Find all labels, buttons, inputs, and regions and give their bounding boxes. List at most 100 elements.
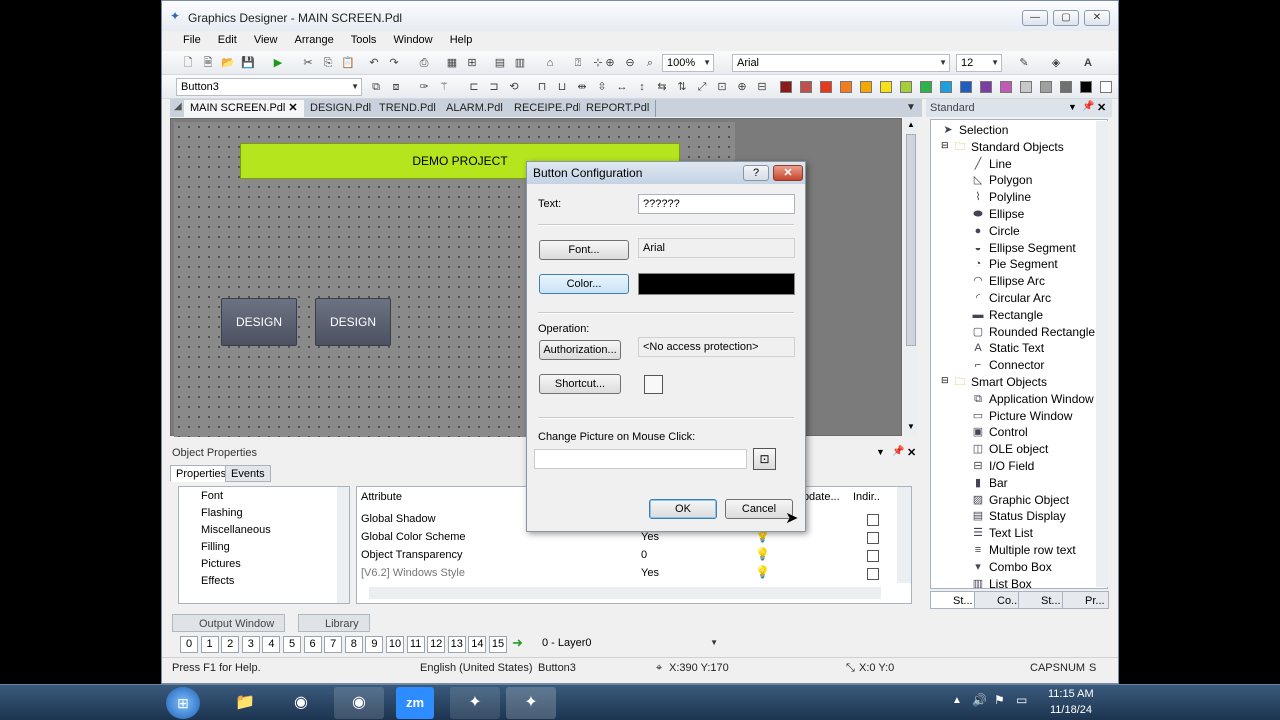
layer-button-15[interactable]: 15 xyxy=(489,636,507,653)
color-swatch[interactable] xyxy=(800,81,812,93)
help-pointer-icon[interactable]: ⍰ xyxy=(570,55,586,71)
same-height-icon[interactable]: ↕ xyxy=(634,79,650,95)
row-attribute[interactable]: Global Shadow xyxy=(361,513,436,525)
collapse-icon[interactable]: ⊟ xyxy=(941,140,949,151)
color-swatch[interactable] xyxy=(880,81,892,93)
layer-button-10[interactable]: 10 xyxy=(386,636,404,653)
flag-icon[interactable]: ⚑ xyxy=(994,693,1005,707)
dialog-close-button[interactable]: ✕ xyxy=(773,165,803,181)
center-h-icon[interactable]: ⇹ xyxy=(574,79,590,95)
undo-icon[interactable]: ↶ xyxy=(366,55,382,71)
menu-edit[interactable]: Edit xyxy=(211,32,244,48)
library-icon[interactable]: ⌂ xyxy=(542,55,558,71)
cancel-button[interactable]: Cancel xyxy=(725,499,793,519)
color-swatch[interactable] xyxy=(1020,81,1032,93)
layers-icon[interactable]: ▤ xyxy=(492,55,508,71)
row-value[interactable]: Yes xyxy=(641,567,659,579)
panel-menu-icon[interactable]: ▼ xyxy=(876,447,885,457)
palette-item-selection[interactable]: ➤ Selection xyxy=(943,123,1008,137)
row-attribute[interactable]: [V6.2] Windows Style xyxy=(361,567,465,579)
layer-arrow-icon[interactable]: ➜ xyxy=(512,635,523,651)
palette-item-graphic-object[interactable]: ▨ Graphic Object xyxy=(973,493,1069,507)
tab-events[interactable]: Events xyxy=(225,465,271,482)
row-value[interactable]: Yes xyxy=(641,531,659,543)
indirect-checkbox[interactable] xyxy=(867,514,879,526)
grid-icon[interactable]: ▦ xyxy=(444,55,460,71)
palette-item-bar[interactable]: ▮ Bar xyxy=(975,476,1008,490)
distribute-v-icon[interactable]: ⇅ xyxy=(674,79,690,95)
palette-item-smart-objects[interactable]: 🗀 ⊟ Smart Objects xyxy=(941,375,1047,389)
fit-icon[interactable]: ⊡ xyxy=(714,79,730,95)
palette-item-ellipse-arc[interactable]: ◠ Ellipse Arc xyxy=(973,274,1045,288)
tab-main-screen[interactable]: MAIN SCREEN.Pdl ✕ xyxy=(184,100,305,117)
show-hidden-icons[interactable]: ▲ xyxy=(952,695,962,706)
zoom-taskbar-icon[interactable]: zm xyxy=(396,687,434,719)
align-top-icon[interactable]: ⊓ xyxy=(534,79,550,95)
color-swatch[interactable] xyxy=(1080,81,1092,93)
font-button[interactable]: Font... xyxy=(539,240,629,260)
zoom-in-icon[interactable]: ⊕ xyxy=(602,55,618,71)
tab-report[interactable]: REPORT.Pdl xyxy=(580,100,657,117)
maximize-button[interactable]: ▢ xyxy=(1053,10,1079,26)
color-swatch[interactable] xyxy=(900,81,912,93)
canvas-vertical-scrollbar[interactable]: ▲ ▼ xyxy=(904,118,918,436)
tab-design[interactable]: DESIGN.Pdl xyxy=(304,100,379,117)
center-v-icon[interactable]: ⇳ xyxy=(594,79,610,95)
palette-item-ellipse[interactable]: ⬬ Ellipse xyxy=(973,207,1024,221)
line-color-icon[interactable]: ✎ xyxy=(1016,55,1032,71)
palette-item-line[interactable]: ╱ Line xyxy=(975,157,1012,171)
panel-close-icon[interactable]: ✕ xyxy=(1097,101,1106,114)
pin-icon[interactable]: 📌 xyxy=(1082,101,1094,112)
palette-item-static-text[interactable]: A Static Text xyxy=(974,341,1044,355)
tree-scrollbar[interactable] xyxy=(337,487,349,603)
palette-item-application-window[interactable]: ⧉ Application Window xyxy=(974,392,1094,406)
palette-item-combo-box[interactable]: ▾ Combo Box xyxy=(975,560,1051,574)
menu-window[interactable]: Window xyxy=(387,32,440,48)
paste-icon[interactable]: 📋 xyxy=(340,55,356,71)
palette-item-connector[interactable]: ⌐ Connector xyxy=(975,358,1045,372)
palette-item-list-box[interactable]: ▥ List Box xyxy=(973,577,1032,588)
layer-button-13[interactable]: 13 xyxy=(447,636,466,653)
palette-item-status-display[interactable]: ▤ Status Display xyxy=(973,509,1066,523)
wand-icon[interactable]: ⚚ xyxy=(436,79,452,95)
panel-close-icon[interactable]: ✕ xyxy=(907,446,916,459)
font-color-icon[interactable]: A xyxy=(1080,55,1096,71)
clock-date[interactable]: 11/18/24 xyxy=(1050,704,1092,716)
color-swatch[interactable] xyxy=(1000,81,1012,93)
shortcut-field[interactable] xyxy=(644,375,663,394)
tab-library[interactable]: Library xyxy=(298,614,370,632)
tab-styles[interactable]: St... xyxy=(1018,591,1065,609)
tree-item-effects[interactable]: Effects xyxy=(201,575,234,587)
color-swatch[interactable] xyxy=(920,81,932,93)
dynamic-bulb-icon[interactable]: 💡 xyxy=(755,547,770,561)
chrome-active-taskbar-icon[interactable]: ◉ xyxy=(334,687,384,719)
indirect-checkbox[interactable] xyxy=(867,568,879,580)
grid-vertical-scrollbar[interactable] xyxy=(897,487,911,583)
menu-arrange[interactable]: Arrange xyxy=(288,32,341,48)
wincc-explorer-taskbar-icon[interactable]: ✦ xyxy=(450,687,500,719)
color-swatch[interactable] xyxy=(1040,81,1052,93)
properties-icon[interactable]: ▥ xyxy=(512,55,528,71)
palette-item-standard-objects[interactable]: 🗀 ⊟ Standard Objects xyxy=(941,140,1064,154)
group-icon[interactable]: ⧉ xyxy=(368,79,384,95)
layer-button-5[interactable]: 5 xyxy=(283,636,301,653)
align-left-icon[interactable]: ⊏ xyxy=(466,79,482,95)
layer-button-3[interactable]: 3 xyxy=(241,636,260,653)
row-attribute[interactable]: Global Color Scheme xyxy=(361,531,466,543)
tab-controls[interactable]: Co... xyxy=(974,591,1025,609)
layer-button-9[interactable]: 9 xyxy=(365,636,384,653)
tab-receipe[interactable]: RECEIPE.Pdl xyxy=(508,100,589,117)
close-button[interactable]: ✕ xyxy=(1084,10,1110,26)
text-input[interactable]: ?????? xyxy=(638,194,795,214)
palette-item-circular-arc[interactable]: ◜ Circular Arc xyxy=(976,291,1051,305)
palette-item-polygon[interactable]: ◺ Polygon xyxy=(974,173,1033,187)
scroll-down-icon[interactable]: ▼ xyxy=(907,422,915,431)
tab-scroll-icon[interactable]: ◢ xyxy=(174,101,182,112)
font-select[interactable]: Arial ▼ xyxy=(732,54,950,72)
collapse-icon[interactable]: ⊟ xyxy=(941,375,949,386)
explorer-taskbar-icon[interactable]: 📁 xyxy=(220,687,270,719)
tab-properties[interactable]: Properties xyxy=(170,465,233,482)
palette-item-ole-object[interactable]: ◫ OLE object xyxy=(973,442,1049,456)
open-icon[interactable]: 📂 xyxy=(220,55,236,71)
ok-button[interactable]: OK xyxy=(649,499,717,519)
